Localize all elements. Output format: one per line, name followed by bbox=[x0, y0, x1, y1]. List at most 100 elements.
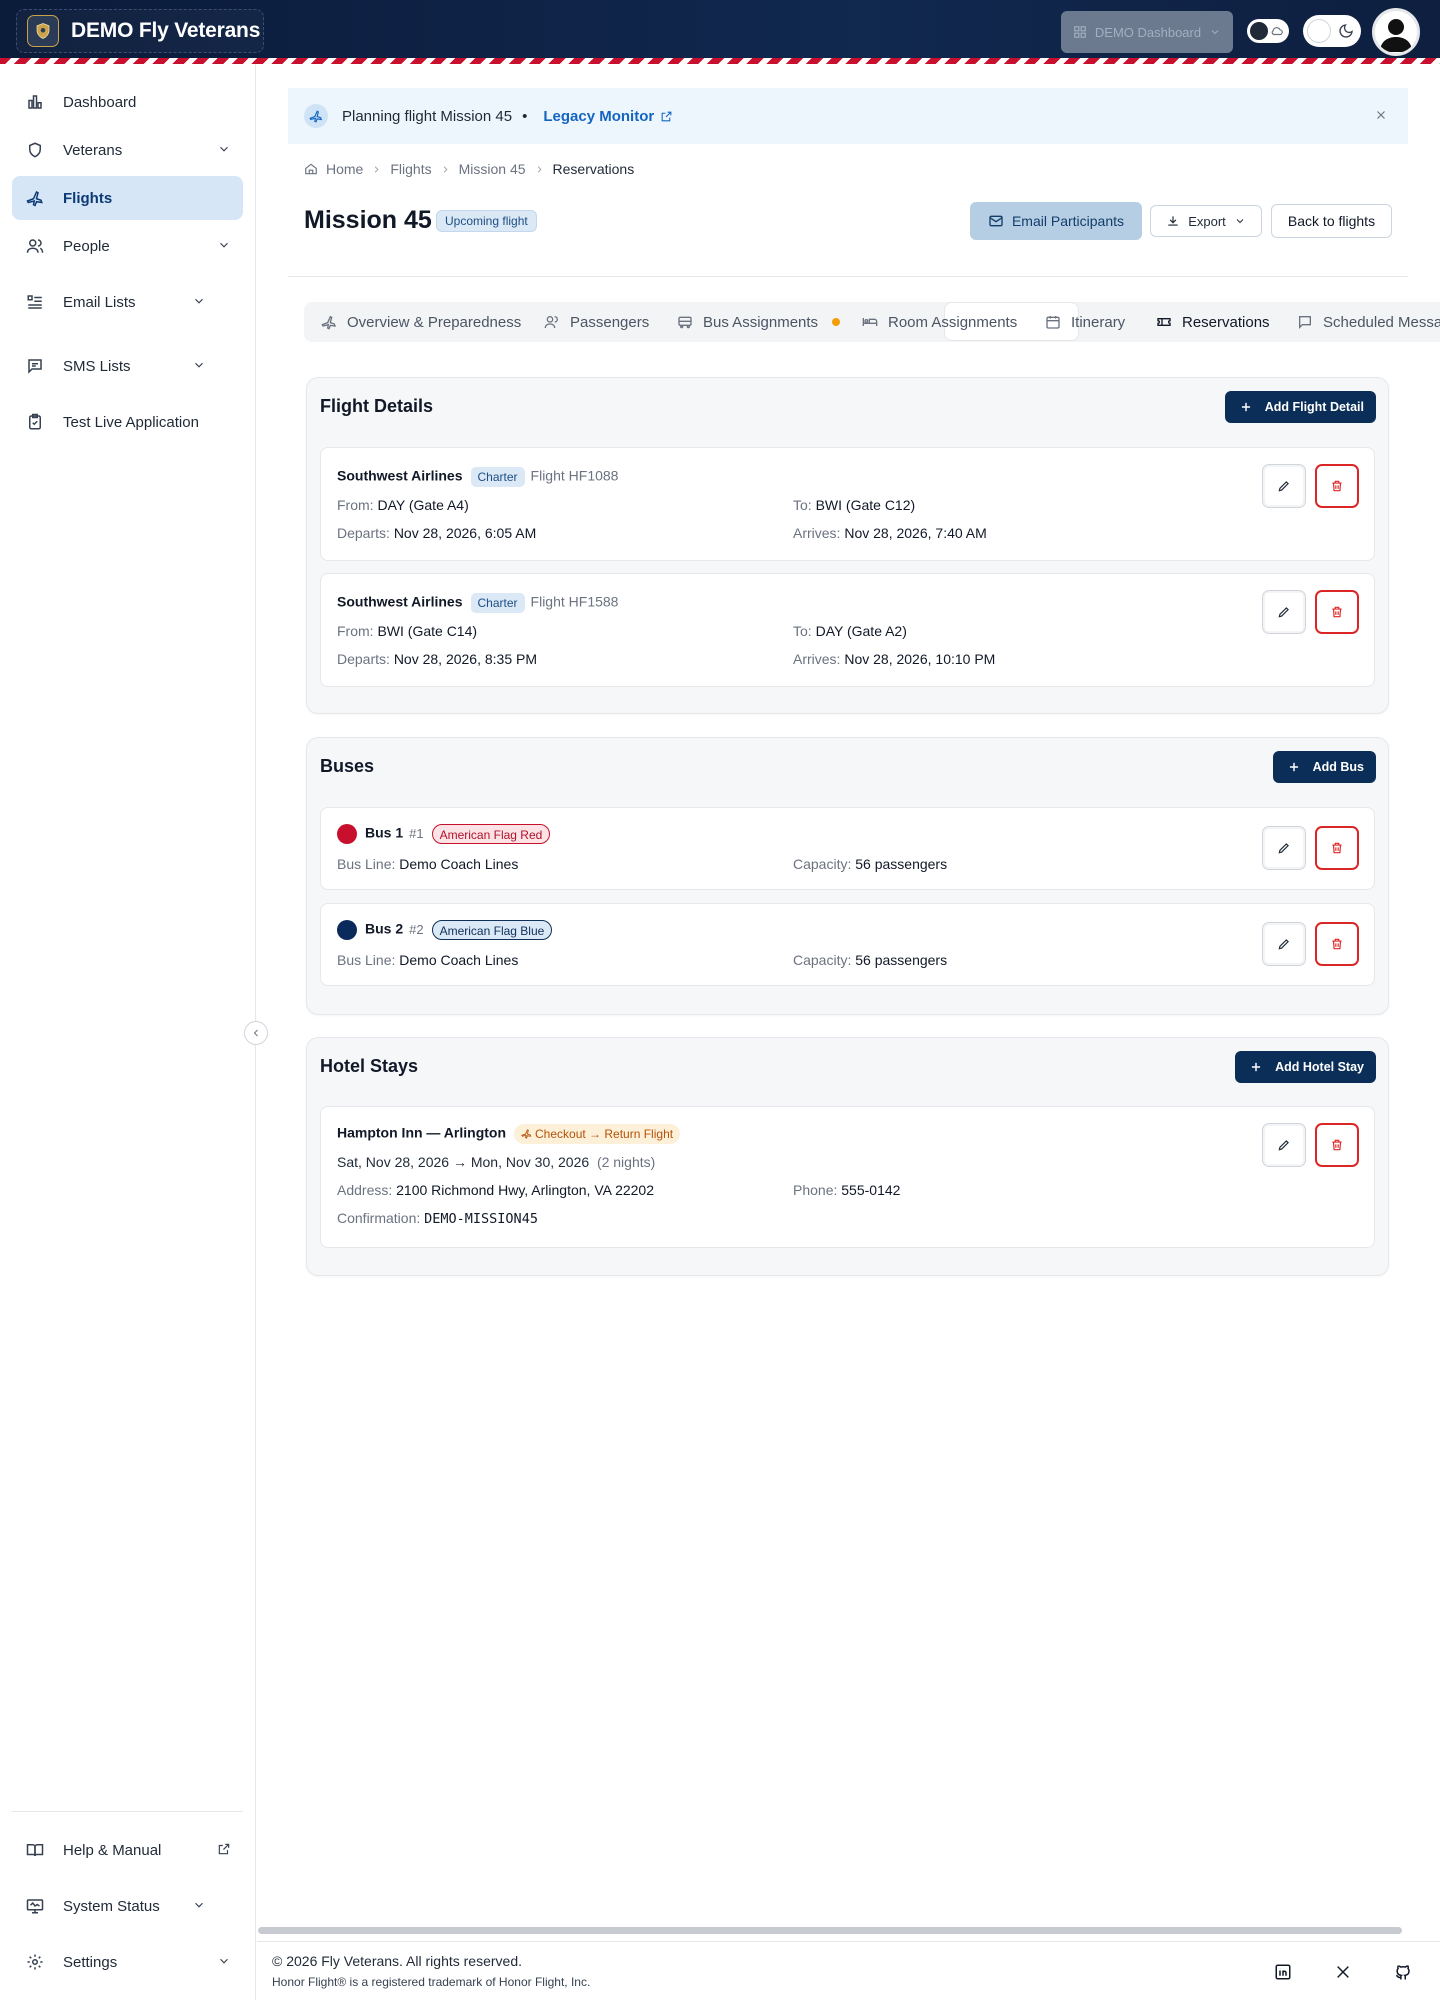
close-banner-button[interactable] bbox=[1374, 108, 1388, 126]
edit-button[interactable] bbox=[1262, 464, 1306, 508]
checkout-badge-label: Checkout → Return Flight bbox=[535, 1127, 674, 1141]
mode-toggle[interactable] bbox=[1247, 19, 1289, 43]
tab-reservations[interactable]: Reservations bbox=[1156, 302, 1270, 342]
breadcrumb-home[interactable]: Home bbox=[326, 161, 363, 177]
delete-button[interactable] bbox=[1315, 1123, 1359, 1167]
sidebar-item-dashboard[interactable]: Dashboard bbox=[12, 80, 243, 124]
tab-passengers[interactable]: Passengers bbox=[544, 302, 649, 342]
to-value: DAY (Gate A2) bbox=[815, 623, 907, 639]
trash-icon bbox=[1332, 606, 1342, 618]
phone-label: Phone: bbox=[793, 1182, 838, 1198]
bus-capacity: Capacity: 56 passengers bbox=[793, 952, 947, 968]
export-button[interactable]: Export bbox=[1150, 205, 1262, 237]
from-label: From: bbox=[337, 623, 374, 639]
edit-button[interactable] bbox=[1262, 922, 1306, 966]
plus-icon bbox=[1289, 762, 1298, 772]
add-hotel-stay-button[interactable]: Add Hotel Stay bbox=[1235, 1051, 1376, 1083]
capacity-value: 56 passengers bbox=[855, 856, 948, 872]
trash-icon bbox=[1332, 842, 1342, 854]
breadcrumb-flights[interactable]: Flights bbox=[390, 161, 431, 177]
page-title: Mission 45 bbox=[304, 206, 432, 234]
hotel-name: Hampton Inn — Arlington bbox=[337, 1124, 507, 1141]
sidebar-collapse-button[interactable] bbox=[244, 1021, 268, 1045]
users-icon bbox=[25, 236, 45, 256]
message-icon bbox=[25, 356, 45, 376]
banner-text: Planning flight Mission 45 bbox=[342, 107, 513, 125]
bus-number: #2 bbox=[409, 921, 424, 937]
moon-icon bbox=[1339, 24, 1353, 38]
sidebar-item-help-manual[interactable]: Help & Manual bbox=[12, 1828, 243, 1872]
x-icon[interactable] bbox=[1333, 1962, 1353, 1982]
delete-button[interactable] bbox=[1315, 590, 1359, 634]
dark-mode-toggle[interactable] bbox=[1303, 15, 1361, 47]
flight-arrives: Arrives: Nov 28, 2026, 10:10 PM bbox=[793, 651, 995, 667]
hotel-card: Hampton Inn — Arlington Checkout → Return… bbox=[320, 1106, 1375, 1248]
delete-button[interactable] bbox=[1315, 826, 1359, 870]
user-avatar[interactable] bbox=[1372, 8, 1420, 56]
breadcrumb-mission[interactable]: Mission 45 bbox=[459, 161, 526, 177]
sidebar-item-veterans[interactable]: Veterans bbox=[12, 128, 243, 172]
notification-dot bbox=[832, 318, 841, 326]
confirmation-value: DEMO-MISSION45 bbox=[424, 1211, 538, 1227]
tab-itinerary[interactable]: Itinerary bbox=[1045, 302, 1125, 342]
flight-card: Southwest Airlines Charter Flight HF1588 F… bbox=[320, 573, 1375, 687]
sidebar-item-sms-lists[interactable]: SMS Lists bbox=[12, 344, 218, 388]
flight-type-badge: Charter bbox=[470, 593, 525, 613]
linkedin-icon[interactable] bbox=[1273, 1962, 1293, 1982]
airline-name: Southwest Airlines bbox=[337, 467, 463, 484]
banner-separator: • bbox=[522, 107, 528, 125]
delete-button[interactable] bbox=[1315, 464, 1359, 508]
bus-card: Bus 2 #2 American Flag Blue Bus Line: Demo… bbox=[320, 903, 1375, 986]
confirmation-label: Confirmation: bbox=[337, 1210, 421, 1226]
capacity-label: Capacity: bbox=[793, 952, 852, 968]
ticket-icon bbox=[1157, 318, 1171, 326]
tab-overview-preparedness[interactable]: Overview & Preparedness bbox=[321, 302, 521, 342]
hotel-dates: Sat, Nov 28, 2026 → Mon, Nov 30, 2026 (2… bbox=[337, 1154, 655, 1170]
email-participants-button[interactable]: Email Participants bbox=[970, 202, 1142, 240]
sidebar-item-test-live-application[interactable]: Test Live Application bbox=[12, 400, 243, 444]
sidebar-item-system-status[interactable]: System Status bbox=[12, 1884, 218, 1928]
github-icon[interactable] bbox=[1393, 1962, 1413, 1982]
users-icon bbox=[544, 316, 558, 329]
copyright-text: © 2026 Fly Veterans. All rights reserved… bbox=[272, 1953, 522, 1969]
add-bus-label: Add Bus bbox=[1312, 760, 1364, 774]
hotel-header: Hampton Inn — Arlington Checkout → Return… bbox=[337, 1124, 686, 1144]
demo-dashboard-button[interactable]: DEMO Dashboard bbox=[1061, 11, 1233, 53]
sidebar-item-label: SMS Lists bbox=[63, 357, 131, 375]
add-bus-button[interactable]: Add Bus bbox=[1272, 751, 1376, 783]
sidebar-item-email-lists[interactable]: Email Lists bbox=[12, 280, 218, 324]
capacity-label: Capacity: bbox=[793, 856, 852, 872]
flight-header: Southwest Airlines Charter Flight HF1588 bbox=[337, 593, 618, 613]
edit-button[interactable] bbox=[1262, 1123, 1306, 1167]
horizontal-scrollbar[interactable] bbox=[258, 1927, 1402, 1934]
stay-nights: (2 nights) bbox=[596, 1154, 656, 1170]
tab-scheduled-messages[interactable]: Scheduled Messag bbox=[1297, 302, 1440, 342]
section-title: Buses bbox=[320, 756, 375, 776]
sidebar-item-people[interactable]: People bbox=[12, 224, 243, 268]
arrives-value: Nov 28, 2026, 10:10 PM bbox=[844, 651, 996, 667]
edit-button[interactable] bbox=[1262, 826, 1306, 870]
back-to-flights-button[interactable]: Back to flights bbox=[1271, 204, 1392, 238]
from-value: DAY (Gate A4) bbox=[377, 497, 469, 513]
bus-name: Bus 1 bbox=[365, 824, 404, 841]
legacy-monitor-link[interactable]: Legacy Monitor bbox=[543, 108, 673, 125]
phone-value: 555-0142 bbox=[841, 1182, 901, 1198]
chevron-down-icon bbox=[220, 146, 228, 152]
sidebar-item-label: Test Live Application bbox=[63, 413, 199, 431]
tab-room-assignments[interactable]: Room Assignments bbox=[862, 302, 1017, 342]
pencil-icon bbox=[1278, 481, 1289, 492]
tab-label: Scheduled Messag bbox=[1323, 313, 1440, 331]
brand-home-link[interactable]: DEMO Fly Veterans bbox=[16, 9, 264, 53]
close-icon bbox=[1377, 111, 1385, 119]
flight-details-section: Flight Details Add Flight Detail Southwe… bbox=[306, 377, 1389, 714]
delete-button[interactable] bbox=[1315, 922, 1359, 966]
edit-button[interactable] bbox=[1262, 590, 1306, 634]
bus-icon bbox=[678, 316, 692, 329]
sidebar-item-flights[interactable]: Flights bbox=[12, 176, 243, 220]
add-flight-detail-button[interactable]: Add Flight Detail bbox=[1224, 391, 1376, 423]
departs-label: Departs: bbox=[337, 651, 390, 667]
flight-arrives: Arrives: Nov 28, 2026, 7:40 AM bbox=[793, 525, 987, 541]
sidebar-item-settings[interactable]: Settings bbox=[12, 1940, 243, 1984]
tab-bus-assignments[interactable]: Bus Assignments bbox=[677, 302, 841, 342]
arrives-value: Nov 28, 2026, 7:40 AM bbox=[844, 525, 987, 541]
